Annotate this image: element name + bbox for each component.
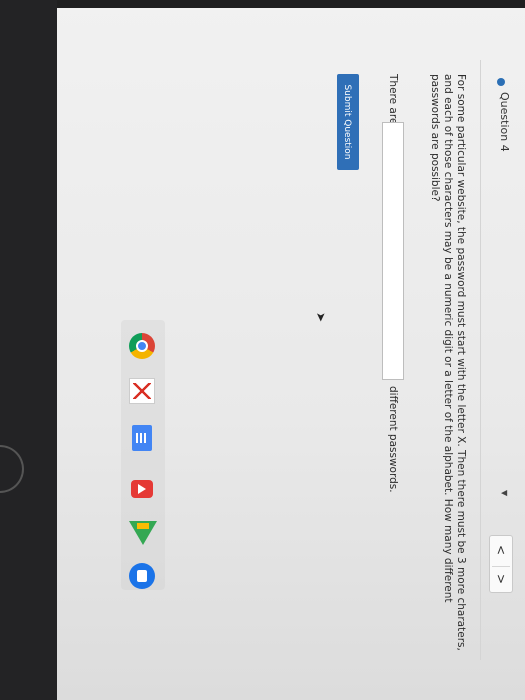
question-page: Question 4 ▼ < > For some particular web… bbox=[141, 60, 521, 670]
question-title: Question 4 bbox=[498, 92, 511, 152]
next-question-button[interactable]: > bbox=[492, 566, 510, 591]
screen-top-bezel bbox=[57, 0, 525, 8]
shelf-dock bbox=[121, 320, 165, 590]
answer-suffix: different passwords. bbox=[387, 386, 399, 493]
mouse-cursor-icon: ➤ bbox=[314, 312, 328, 323]
status-dot-icon bbox=[497, 78, 505, 86]
submit-question-button[interactable]: Submit Question bbox=[337, 74, 359, 170]
drive-icon[interactable] bbox=[129, 521, 157, 545]
files-icon[interactable] bbox=[129, 563, 155, 589]
caret-down-icon[interactable]: ▼ bbox=[500, 490, 509, 496]
youtube-icon[interactable] bbox=[131, 480, 153, 498]
question-navigation: < > bbox=[489, 535, 513, 593]
docs-icon[interactable] bbox=[132, 425, 152, 451]
hp-logo bbox=[0, 445, 24, 493]
answer-prefix: There are bbox=[387, 74, 399, 125]
chrome-icon[interactable] bbox=[129, 333, 155, 359]
gmail-icon[interactable] bbox=[129, 378, 155, 404]
previous-question-button[interactable]: < bbox=[492, 538, 510, 562]
question-text: For some particular website, the passwor… bbox=[429, 74, 467, 651]
answer-row: There are different passwords. bbox=[380, 74, 404, 654]
answer-input[interactable] bbox=[382, 122, 404, 380]
question-header: Question 4 ▼ < > bbox=[480, 60, 521, 660]
laptop-screen: Question 4 ▼ < > For some particular web… bbox=[57, 0, 525, 700]
